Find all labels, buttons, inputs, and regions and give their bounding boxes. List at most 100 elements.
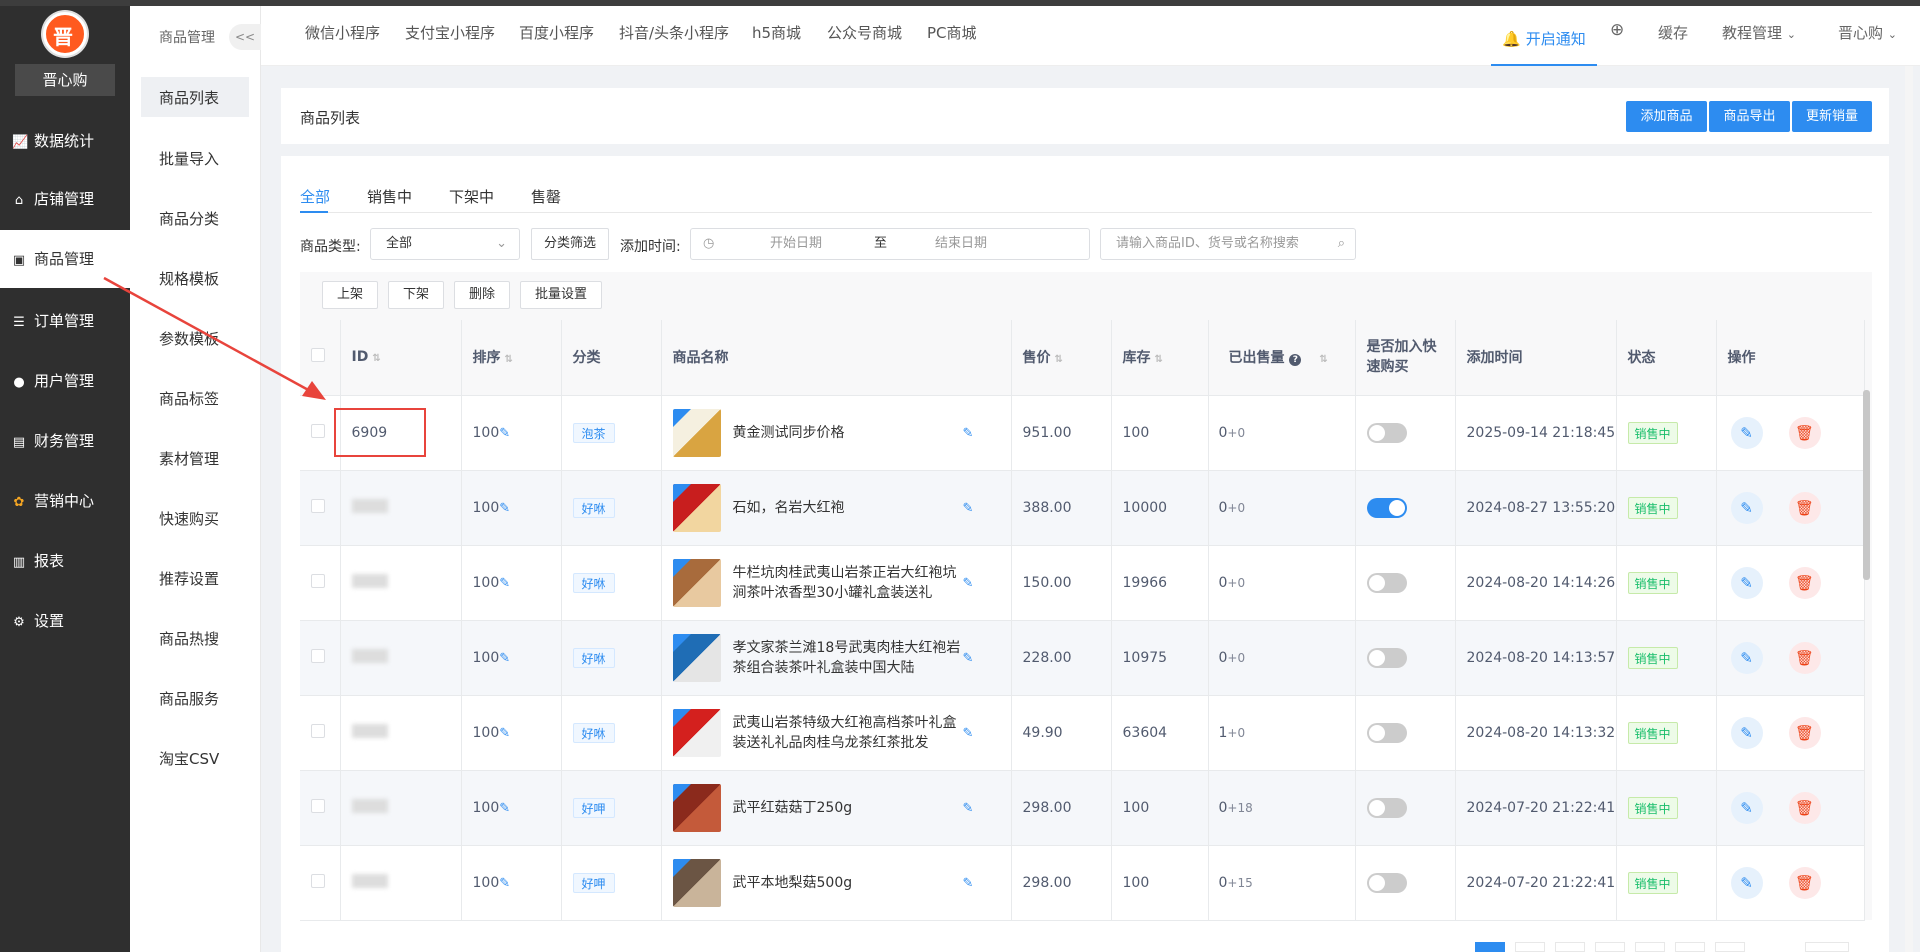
submenu-item-recommend[interactable]: 推荐设置 (159, 568, 219, 589)
row-checkbox[interactable] (311, 423, 325, 438)
trash-icon[interactable]: 🗑 (1788, 566, 1821, 599)
edit-pencil-icon[interactable]: ✎ (499, 801, 510, 816)
row-checkbox[interactable] (311, 873, 325, 888)
row-checkbox[interactable] (311, 498, 325, 513)
brand-logo[interactable]: 晋 (43, 12, 87, 56)
edit-icon[interactable]: ✎ (1730, 791, 1763, 824)
sidebar-item-stats[interactable]: 📈 数据统计 (0, 112, 130, 170)
tab-official-account[interactable]: 公众号商城 (827, 22, 902, 43)
download-icon[interactable]: ⊕ (1610, 20, 1624, 40)
pagination-page[interactable] (1595, 942, 1625, 952)
header-price[interactable]: 售价 ⇅ (1011, 320, 1112, 396)
tab-off-shelf[interactable]: 下架中 (449, 186, 494, 207)
sort-icon[interactable]: ⇅ (1055, 354, 1063, 365)
trash-icon[interactable]: 🗑 (1788, 416, 1821, 449)
header-sold[interactable]: 已出售量 ? ⇅ (1208, 320, 1356, 396)
cache-button[interactable]: 缓存 (1658, 22, 1688, 43)
notify-button[interactable]: 🔔 开启通知 (1491, 6, 1597, 66)
edit-pencil-icon[interactable]: ✎ (499, 726, 510, 741)
add-product-button[interactable]: 添加商品 (1626, 101, 1707, 132)
trash-icon[interactable]: 🗑 (1788, 866, 1821, 899)
tab-all[interactable]: 全部 (300, 186, 330, 207)
sidebar-item-marketing[interactable]: ✿ 营销中心 (0, 472, 130, 530)
sort-icon[interactable]: ⇅ (1319, 354, 1327, 365)
edit-pencil-icon[interactable]: ✎ (963, 576, 974, 591)
edit-pencil-icon[interactable]: ✎ (963, 801, 974, 816)
trash-icon[interactable]: 🗑 (1788, 791, 1821, 824)
table-scrollbar[interactable] (1863, 390, 1870, 580)
product-thumbnail[interactable] (672, 408, 721, 457)
user-menu[interactable]: 晋心购 ⌄ (1838, 22, 1897, 43)
submenu-item-category[interactable]: 商品分类 (159, 208, 219, 229)
submenu-item-tags[interactable]: 商品标签 (159, 388, 219, 409)
batch-delete-button[interactable]: 删除 (454, 281, 510, 309)
quick-buy-toggle[interactable] (1366, 797, 1407, 818)
quick-buy-toggle[interactable] (1366, 422, 1407, 443)
sidebar-item-users[interactable]: ● 用户管理 (0, 352, 130, 410)
submenu-item-service[interactable]: 商品服务 (159, 688, 219, 709)
edit-icon[interactable]: ✎ (1730, 641, 1763, 674)
date-range-picker[interactable]: ◷ 开始日期 至 结束日期 (690, 228, 1090, 260)
category-filter-button[interactable]: 分类筛选 (531, 228, 609, 260)
edit-icon[interactable]: ✎ (1730, 491, 1763, 524)
row-checkbox[interactable] (311, 648, 325, 663)
pagination-current[interactable] (1475, 942, 1505, 952)
tab-pc[interactable]: PC商城 (927, 22, 977, 43)
edit-pencil-icon[interactable]: ✎ (963, 426, 974, 441)
quick-buy-toggle[interactable] (1366, 497, 1407, 518)
edit-pencil-icon[interactable]: ✎ (499, 651, 510, 666)
sidebar-item-finance[interactable]: ▤ 财务管理 (0, 412, 130, 470)
edit-icon[interactable]: ✎ (1730, 866, 1763, 899)
pagination-jump-input[interactable] (1805, 942, 1849, 952)
type-select[interactable]: 全部 ⌄ (370, 228, 520, 260)
tab-wechat[interactable]: 微信小程序 (305, 22, 380, 43)
product-thumbnail[interactable] (672, 483, 721, 532)
edit-pencil-icon[interactable]: ✎ (499, 501, 510, 516)
quick-buy-toggle[interactable] (1366, 647, 1407, 668)
header-id[interactable]: ID ⇅ (340, 320, 462, 396)
update-sales-button[interactable]: 更新销量 (1792, 101, 1872, 132)
edit-pencil-icon[interactable]: ✎ (499, 426, 510, 441)
sidebar-item-report[interactable]: ▥ 报表 (0, 532, 130, 590)
edit-pencil-icon[interactable]: ✎ (499, 876, 510, 891)
quick-buy-toggle[interactable] (1366, 872, 1407, 893)
submenu-item-quick-buy[interactable]: 快速购买 (159, 508, 219, 529)
submenu-item-product-list[interactable]: 商品列表 (159, 87, 219, 108)
brand-name[interactable]: 晋心购 (15, 64, 115, 96)
tab-alipay[interactable]: 支付宝小程序 (405, 22, 495, 43)
row-checkbox[interactable] (311, 798, 325, 813)
submenu-item-hot-search[interactable]: 商品热搜 (159, 628, 219, 649)
row-checkbox[interactable] (311, 723, 325, 738)
edit-icon[interactable]: ✎ (1730, 716, 1763, 749)
tab-h5[interactable]: h5商城 (752, 22, 801, 43)
sidebar-item-store[interactable]: ⌂ 店铺管理 (0, 170, 130, 228)
trash-icon[interactable]: 🗑 (1788, 491, 1821, 524)
collapse-button[interactable]: << (229, 24, 261, 50)
edit-pencil-icon[interactable]: ✎ (963, 876, 974, 891)
tab-baidu[interactable]: 百度小程序 (519, 22, 594, 43)
submenu-item-material[interactable]: 素材管理 (159, 448, 219, 469)
sidebar-item-orders[interactable]: ☰ 订单管理 (0, 292, 130, 350)
submenu-item-batch-import[interactable]: 批量导入 (159, 148, 219, 169)
sidebar-item-settings[interactable]: ⚙ 设置 (0, 592, 130, 650)
edit-icon[interactable]: ✎ (1730, 566, 1763, 599)
product-thumbnail[interactable] (672, 783, 721, 832)
product-thumbnail[interactable] (672, 558, 721, 607)
row-checkbox[interactable] (311, 573, 325, 588)
trash-icon[interactable]: 🗑 (1788, 716, 1821, 749)
batch-delist-button[interactable]: 下架 (388, 281, 444, 309)
sort-icon[interactable]: ⇅ (372, 353, 380, 364)
batch-list-button[interactable]: 上架 (322, 281, 378, 309)
pagination-next[interactable] (1715, 942, 1745, 952)
tab-sold-out[interactable]: 售罄 (531, 186, 561, 207)
submenu-item-taobao-csv[interactable]: 淘宝CSV (159, 748, 219, 769)
edit-pencil-icon[interactable]: ✎ (963, 726, 974, 741)
product-thumbnail[interactable] (672, 858, 721, 907)
search-input[interactable]: 请输入商品ID、货号或名称搜索 ⌕ (1100, 228, 1356, 260)
quick-buy-toggle[interactable] (1366, 572, 1407, 593)
edit-pencil-icon[interactable]: ✎ (963, 501, 974, 516)
search-icon[interactable]: ⌕ (1338, 229, 1345, 259)
select-all-checkbox[interactable] (311, 348, 325, 363)
page-scrollbar[interactable] (1905, 66, 1913, 952)
product-thumbnail[interactable] (672, 633, 721, 682)
